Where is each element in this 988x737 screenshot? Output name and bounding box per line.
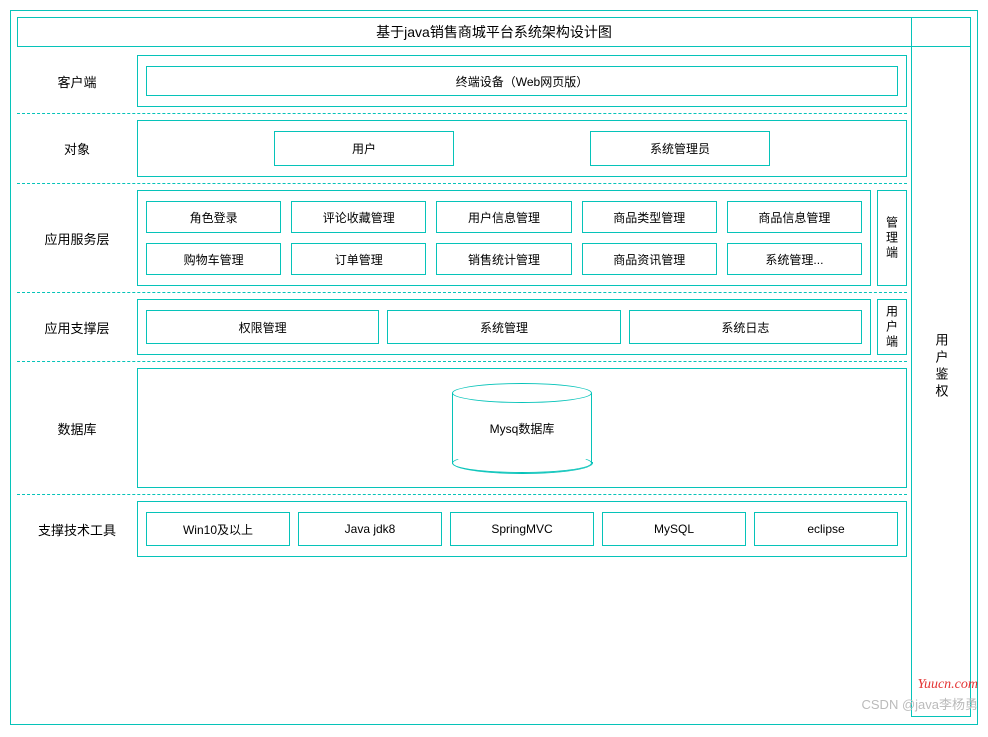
object-content: 用户 系统管理员 [137, 120, 907, 177]
client-label: 客户端 [17, 55, 137, 107]
service-side-tags: 管理端 [877, 190, 907, 286]
svc-box: 商品类型管理 [582, 201, 717, 233]
svc-box: 角色登录 [146, 201, 281, 233]
database-content: Mysq数据库 [137, 368, 907, 488]
object-user: 用户 [274, 131, 454, 166]
tool-item: Win10及以上 [146, 512, 290, 546]
tag-user: 用户端 [877, 299, 907, 355]
support-item: 权限管理 [146, 310, 379, 344]
svc-box: 订单管理 [291, 243, 426, 275]
service-content: 角色登录 评论收藏管理 用户信息管理 商品类型管理 商品信息管理 购物车管理 订… [137, 190, 871, 286]
cylinder-top [452, 383, 592, 403]
main-area: 客户端 终端设备（Web网页版） 对象 用户 系统管理员 应用服务层 角色登录 … [17, 55, 907, 720]
tools-content: Win10及以上 Java jdk8 SpringMVC MySQL eclip… [137, 501, 907, 557]
tool-item: MySQL [602, 512, 746, 546]
svc-box: 商品信息管理 [727, 201, 862, 233]
divider [17, 494, 907, 495]
client-content: 终端设备（Web网页版） [137, 55, 907, 107]
svc-box: 商品资讯管理 [582, 243, 717, 275]
auth-label: 用户鉴权 [932, 333, 951, 401]
auth-box: 用户鉴权 [911, 17, 971, 717]
tool-item: Java jdk8 [298, 512, 442, 546]
row-service: 应用服务层 角色登录 评论收藏管理 用户信息管理 商品类型管理 商品信息管理 购… [17, 190, 907, 286]
svc-box: 评论收藏管理 [291, 201, 426, 233]
support-side-tags: 用户端 [877, 299, 907, 355]
object-admin: 系统管理员 [590, 131, 770, 166]
row-tools: 支撑技术工具 Win10及以上 Java jdk8 SpringMVC MySQ… [17, 501, 907, 557]
service-row-1: 角色登录 评论收藏管理 用户信息管理 商品类型管理 商品信息管理 [146, 201, 862, 233]
cylinder-label: Mysq数据库 [490, 420, 555, 437]
title-text: 基于java销售商城平台系统架构设计图 [376, 22, 612, 42]
row-object: 对象 用户 系统管理员 [17, 120, 907, 177]
service-label: 应用服务层 [17, 190, 137, 286]
row-database: 数据库 Mysq数据库 [17, 368, 907, 488]
svc-box: 购物车管理 [146, 243, 281, 275]
client-item: 终端设备（Web网页版） [146, 66, 898, 96]
divider [17, 292, 907, 293]
object-label: 对象 [17, 120, 137, 177]
divider [17, 183, 907, 184]
svc-box: 用户信息管理 [436, 201, 571, 233]
diagram-outer: 基于java销售商城平台系统架构设计图 用户鉴权 客户端 终端设备（Web网页版… [10, 10, 978, 725]
watermark-site: Yuucn.com [917, 677, 978, 693]
cylinder-bottom [452, 453, 592, 473]
tag-admin: 管理端 [877, 190, 907, 286]
svc-box: 系统管理... [727, 243, 862, 275]
support-content: 权限管理 系统管理 系统日志 [137, 299, 871, 355]
support-item: 系统日志 [629, 310, 862, 344]
database-label: 数据库 [17, 368, 137, 488]
database-cylinder: Mysq数据库 [452, 383, 592, 473]
row-client: 客户端 终端设备（Web网页版） [17, 55, 907, 107]
svc-box: 销售统计管理 [436, 243, 571, 275]
service-row-2: 购物车管理 订单管理 销售统计管理 商品资讯管理 系统管理... [146, 243, 862, 275]
tools-label: 支撑技术工具 [17, 501, 137, 557]
support-item: 系统管理 [387, 310, 620, 344]
divider [17, 113, 907, 114]
tool-item: eclipse [754, 512, 898, 546]
service-grid: 角色登录 评论收藏管理 用户信息管理 商品类型管理 商品信息管理 购物车管理 订… [146, 201, 862, 275]
watermark-author: CSDN @java李杨勇 [862, 694, 979, 713]
diagram-title: 基于java销售商城平台系统架构设计图 [17, 17, 971, 47]
right-column: 用户鉴权 [911, 17, 971, 717]
tool-item: SpringMVC [450, 512, 594, 546]
divider [17, 361, 907, 362]
support-label: 应用支撑层 [17, 299, 137, 355]
row-support: 应用支撑层 权限管理 系统管理 系统日志 用户端 [17, 299, 907, 355]
